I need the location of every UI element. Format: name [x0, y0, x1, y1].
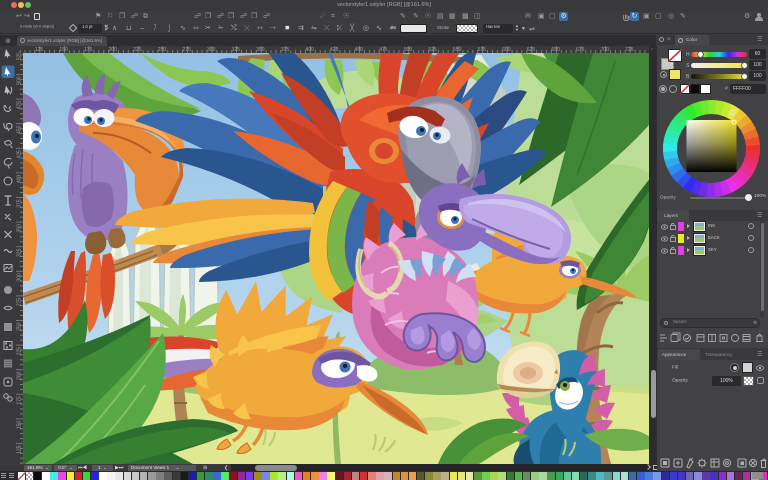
svg-text:300: 300 — [17, 273, 23, 282]
svg-text:125: 125 — [17, 445, 23, 454]
svg-text:150: 150 — [17, 421, 23, 430]
svg-text:475: 475 — [17, 101, 23, 110]
svg-text:275: 275 — [17, 298, 23, 307]
svg-text:525: 525 — [17, 53, 23, 60]
svg-text:250: 250 — [17, 322, 23, 331]
svg-text:325: 325 — [17, 248, 23, 257]
svg-text:450: 450 — [17, 125, 23, 134]
svg-text:175: 175 — [17, 396, 23, 405]
svg-text:500: 500 — [17, 76, 23, 85]
svg-text:200: 200 — [17, 371, 23, 380]
svg-text:425: 425 — [17, 150, 23, 159]
svg-text:225: 225 — [17, 347, 23, 356]
svg-text:375: 375 — [17, 199, 23, 208]
svg-text:400: 400 — [17, 175, 23, 184]
svg-text:350: 350 — [17, 224, 23, 233]
